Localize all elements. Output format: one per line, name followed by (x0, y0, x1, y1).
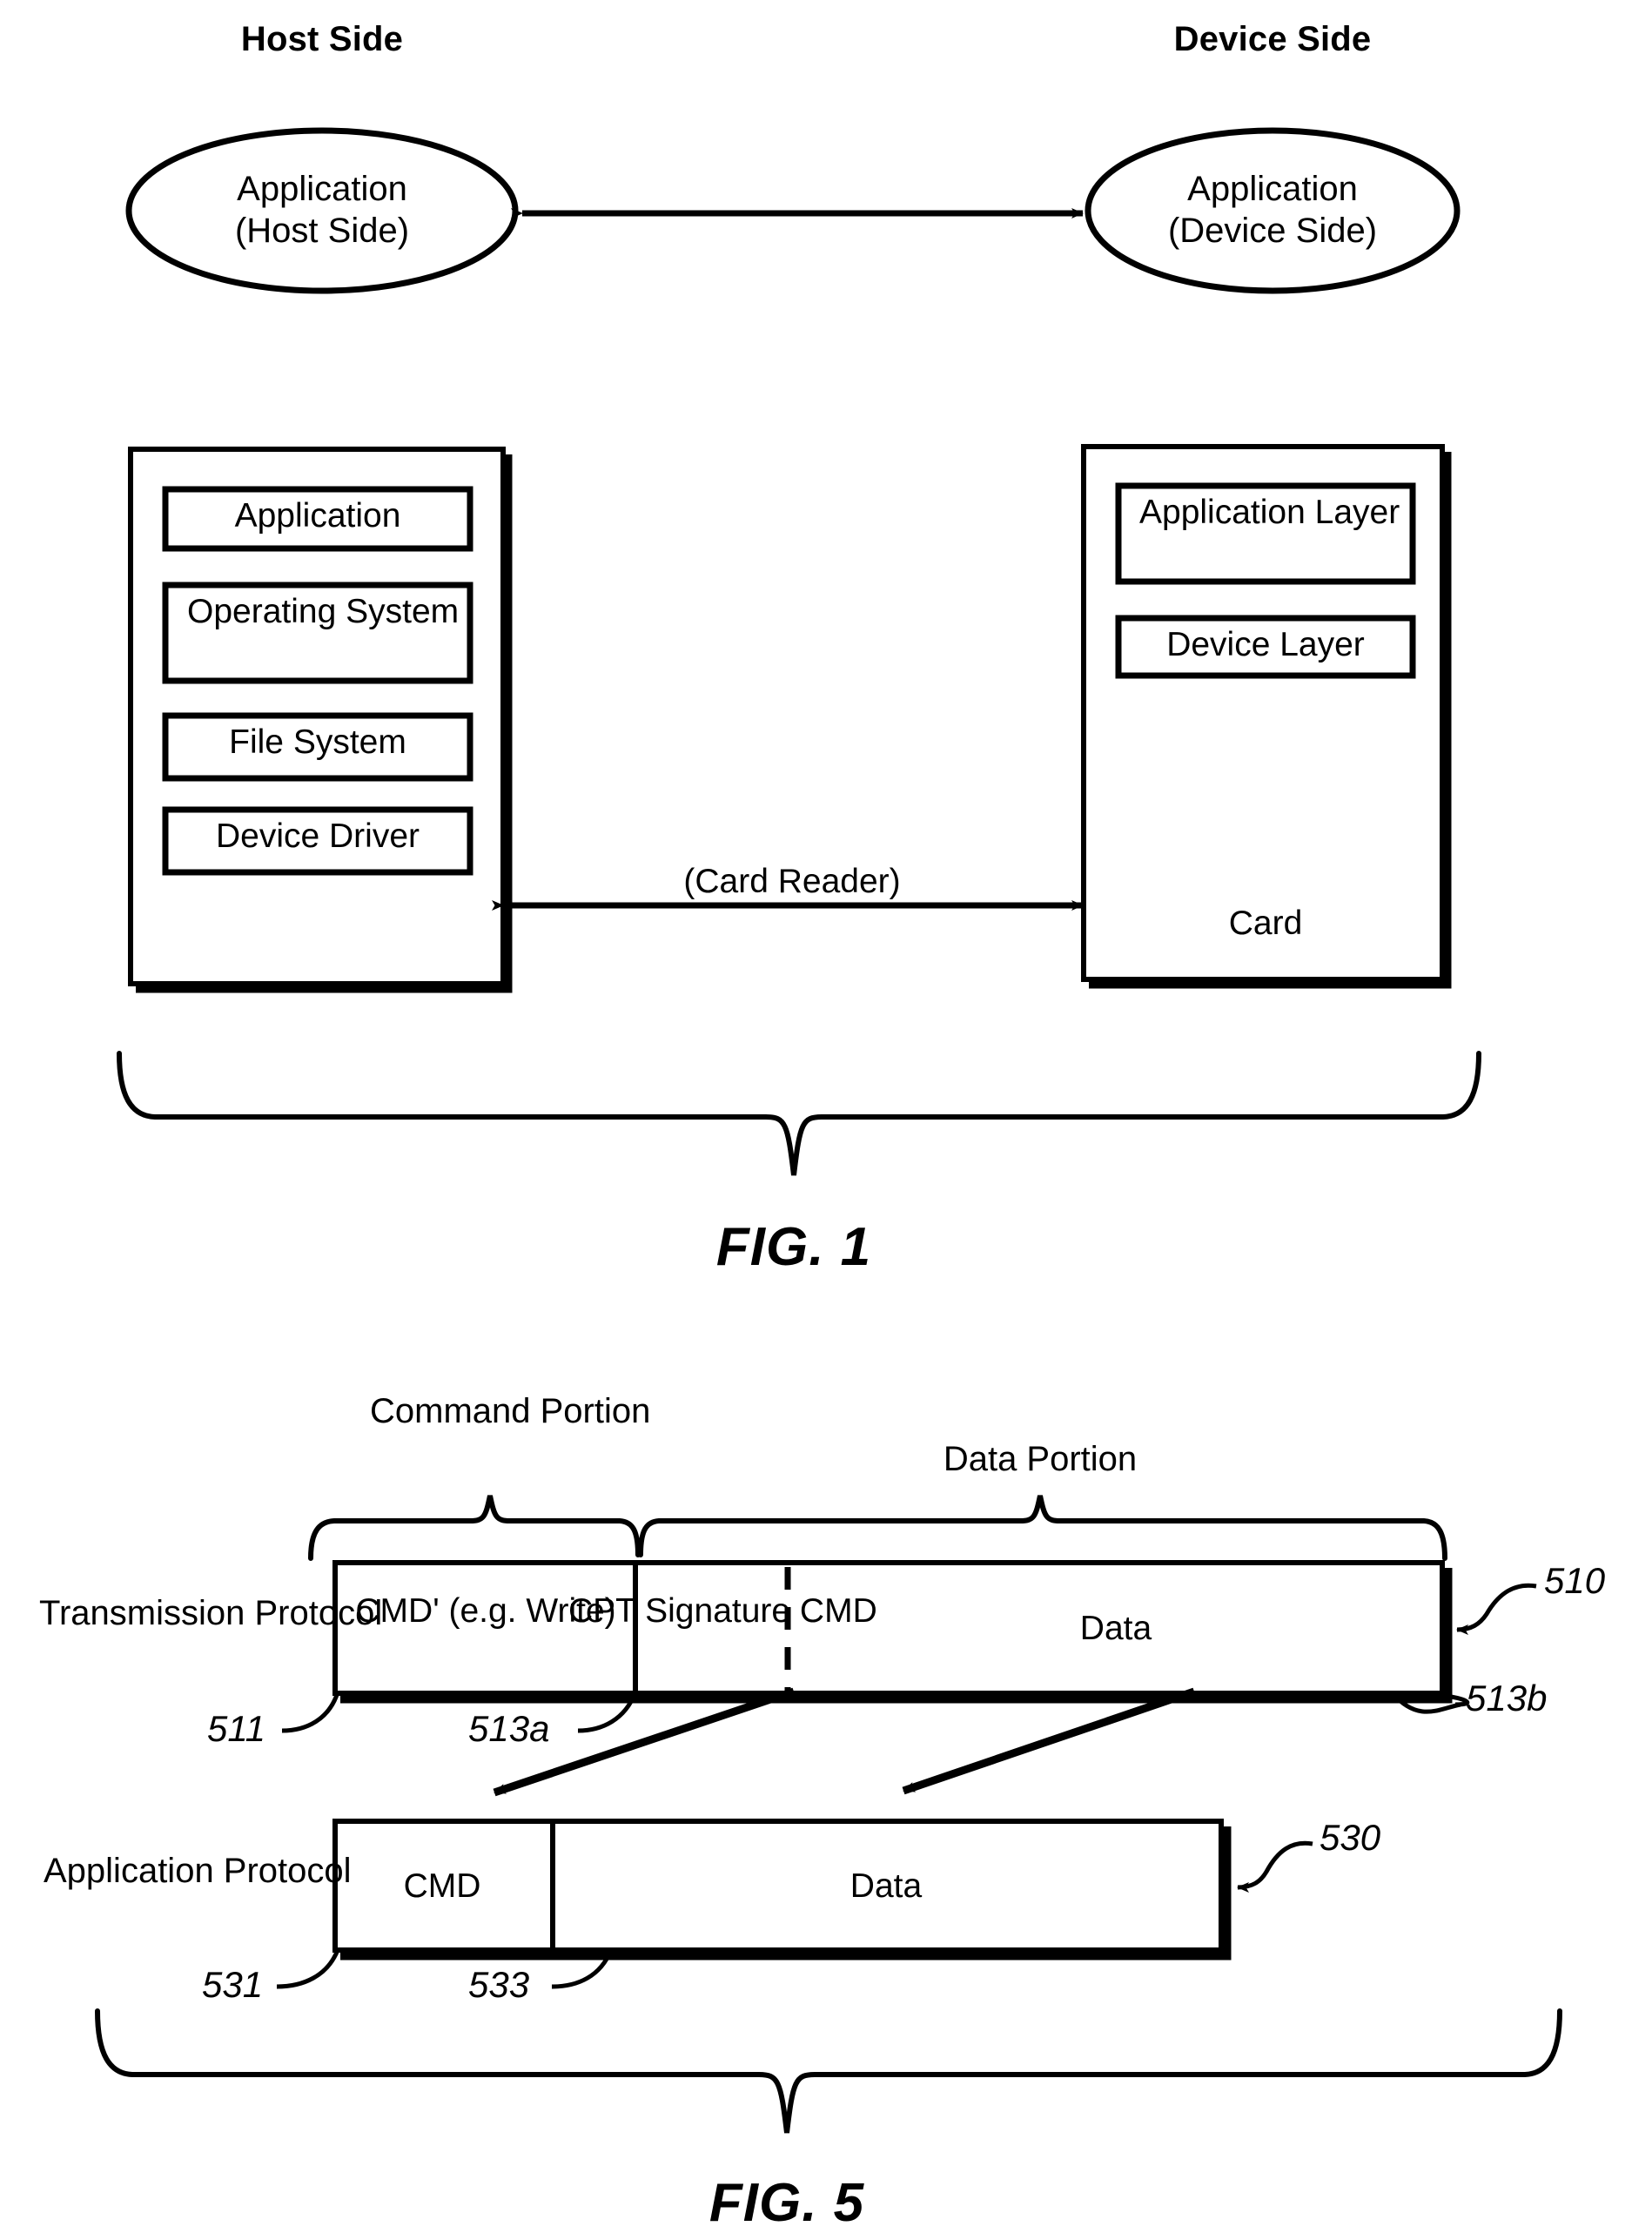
card-label: Card (1228, 905, 1303, 942)
leader-513a (577, 1692, 638, 1733)
application-protocol-label: Application Protocol (44, 1852, 352, 1890)
refnum-531: 531 (202, 1964, 264, 2005)
refnum-510: 510 (1544, 1560, 1606, 1601)
device-application-ellipse (1085, 127, 1461, 294)
data-portion-brace (638, 1495, 1447, 1561)
cell-transmission-data: Data (1079, 1610, 1152, 1647)
refnum-511: 511 (207, 1708, 265, 1749)
host-ellipse-label-line1: Application (237, 170, 407, 208)
leader-531 (276, 1949, 340, 1989)
refnum-513a: 513a (468, 1708, 550, 1749)
card-reader-label: (Card Reader) (683, 863, 901, 900)
device-stack-label-device-layer: Device Layer (1166, 626, 1365, 663)
command-portion-label: Command Portion (370, 1392, 651, 1430)
cell-cpt-signature-cmd: CPT Signature CMD (568, 1592, 877, 1630)
figure5-caption: FIG. 5 (708, 2173, 865, 2233)
device-side-title: Device Side (1173, 20, 1372, 58)
device-ellipse-label-line1: Application (1187, 170, 1358, 208)
figure1-caption: FIG. 1 (715, 1217, 872, 1277)
command-portion-brace (308, 1495, 641, 1561)
mapping-arrow-data (902, 1687, 1196, 1795)
transmission-protocol-label: Transmission Protocol (39, 1594, 383, 1632)
host-stack-label-operating-system: Operating System (187, 593, 460, 630)
host-stack-label-file-system: File System (229, 723, 406, 761)
data-portion-label: Data Portion (943, 1440, 1138, 1478)
leader-533 (551, 1949, 614, 1989)
leader-511 (281, 1692, 340, 1733)
figure5-brace (95, 2008, 1562, 2134)
leader-530 (1237, 1840, 1313, 1893)
host-stack-label-device-driver: Device Driver (215, 817, 420, 855)
cell-cmd: CMD (403, 1867, 481, 1905)
refnum-533: 533 (468, 1964, 530, 2005)
figure1-brace (117, 1051, 1481, 1176)
host-stack-label-application: Application (234, 497, 401, 535)
refnum-530: 530 (1320, 1817, 1381, 1858)
device-stack-label-application-layer: Application Layer (1139, 494, 1400, 531)
leader-510 (1456, 1583, 1537, 1635)
leader-513b-curve (1391, 1692, 1461, 1714)
leader-513b (1444, 1693, 1470, 1707)
host-ellipse-label-line2: (Host Side) (234, 212, 410, 250)
host-side-title: Host Side (240, 20, 404, 58)
host-application-ellipse (125, 127, 519, 294)
cell-application-data: Data (850, 1867, 923, 1905)
transmission-protocol-bar (332, 1560, 1453, 1704)
patent-figure-sheet: Host Side Device Side Application (Host … (0, 0, 1652, 2232)
device-ellipse-label-line2: (Device Side) (1167, 212, 1378, 250)
refnum-513b: 513b (1466, 1678, 1548, 1718)
